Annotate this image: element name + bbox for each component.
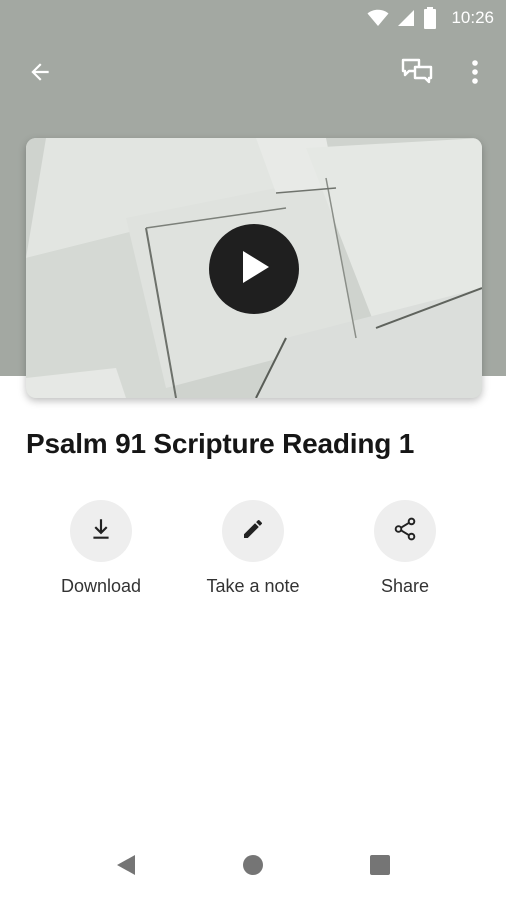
page-title: Psalm 91 Scripture Reading 1 <box>26 428 415 459</box>
video-thumbnail[interactable] <box>26 138 482 398</box>
back-arrow-icon <box>27 59 53 90</box>
back-button[interactable] <box>20 54 60 94</box>
nav-recents-icon <box>369 854 391 881</box>
download-icon <box>88 516 114 547</box>
take-note-button[interactable]: Take a note <box>178 500 328 597</box>
pencil-icon <box>241 517 265 546</box>
cellular-signal-icon <box>397 9 415 27</box>
nav-home-icon <box>241 853 265 882</box>
wifi-icon <box>367 9 389 27</box>
download-button[interactable]: Download <box>26 500 176 597</box>
play-icon <box>237 249 271 290</box>
share-button[interactable]: Share <box>330 500 480 597</box>
status-time: 10:26 <box>451 8 494 27</box>
system-navigation-bar <box>0 830 506 900</box>
nav-back-icon <box>115 853 137 882</box>
chat-bubbles-icon <box>401 57 433 92</box>
more-options-button[interactable] <box>455 54 495 94</box>
share-label: Share <box>380 576 430 596</box>
take-note-button-circle[interactable] <box>222 500 284 562</box>
action-row: Download Take a note Share <box>0 500 506 610</box>
share-icon <box>392 516 418 547</box>
more-vertical-icon <box>471 59 479 90</box>
download-label: Download <box>60 576 142 596</box>
nav-back-button[interactable] <box>111 852 141 882</box>
status-bar: 10:26 <box>0 0 506 36</box>
download-button-circle[interactable] <box>70 500 132 562</box>
app-bar <box>0 44 506 104</box>
play-button[interactable] <box>209 224 299 314</box>
nav-home-button[interactable] <box>238 852 268 882</box>
discussion-button[interactable] <box>397 54 437 94</box>
battery-icon <box>423 7 437 29</box>
take-note-label: Take a note <box>206 576 300 596</box>
share-button-circle[interactable] <box>374 500 436 562</box>
nav-recents-button[interactable] <box>365 852 395 882</box>
